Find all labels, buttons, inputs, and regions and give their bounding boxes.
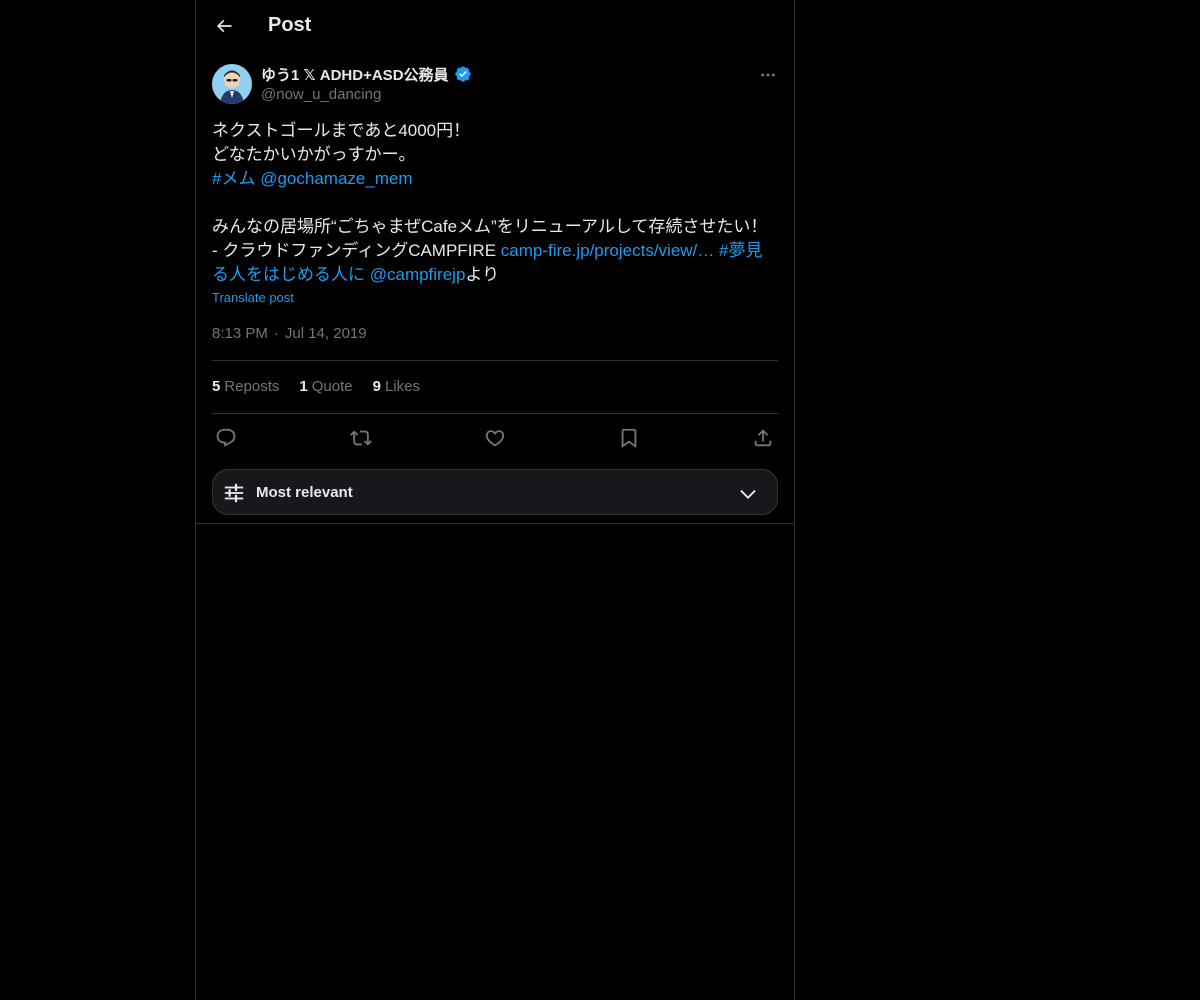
- repost-button[interactable]: [347, 424, 375, 452]
- verified-badge-icon: [454, 66, 471, 82]
- post-suffix: より: [465, 265, 500, 284]
- divider: [212, 413, 778, 414]
- post-line-1: ネクストゴールまであと4000円！: [212, 121, 471, 140]
- primary-column: Post ゆう1 𝕏 ADHD+ASD公務員 @now_u_dancing ネク…: [195, 0, 795, 1000]
- mention-link[interactable]: @gochamaze_mem: [260, 169, 412, 188]
- author-name[interactable]: ゆう1 𝕏 ADHD+ASD公務員: [261, 64, 449, 85]
- timestamp-separator: ·: [273, 325, 279, 342]
- post-line-5-prefix: - クラウドファンディングCAMPFIRE: [212, 241, 501, 260]
- more-options-button[interactable]: [754, 64, 782, 86]
- author-name-row[interactable]: ゆう1 𝕏 ADHD+ASD公務員: [261, 64, 472, 84]
- more-dots-icon: [761, 73, 775, 77]
- back-button[interactable]: [206, 8, 242, 44]
- reposts-count: 5: [212, 378, 221, 395]
- author-handle[interactable]: @now_u_dancing: [261, 86, 381, 103]
- bookmark-icon: [621, 428, 637, 449]
- post-line-5: - クラウドファンディングCAMPFIRE camp-fire.jp/proje…: [212, 241, 762, 284]
- reply-icon: [216, 428, 236, 447]
- repost-icon: [350, 430, 372, 446]
- reply-button[interactable]: [212, 424, 240, 452]
- page-title: Post: [268, 14, 312, 36]
- quotes-stat[interactable]: 1 Quote: [299, 378, 352, 398]
- share-button[interactable]: [749, 424, 777, 452]
- post-date[interactable]: Jul 14, 2019: [285, 325, 367, 342]
- page-header: Post: [196, 0, 794, 53]
- post-time[interactable]: 8:13 PM: [212, 325, 268, 342]
- likes-stat[interactable]: 9 Likes: [373, 378, 420, 398]
- mention-link[interactable]: @campfirejp: [370, 265, 466, 284]
- post-timestamp[interactable]: 8:13 PM · Jul 14, 2019: [212, 325, 367, 342]
- url-link[interactable]: camp-fire.jp/projects/view/…: [501, 241, 715, 260]
- translate-post-link[interactable]: Translate post: [212, 290, 294, 305]
- post-line-3: #メム @gochamaze_mem: [212, 167, 778, 191]
- reposts-label: Reposts: [224, 378, 280, 395]
- post-line-2: どなたかいかがっすかー。: [212, 145, 416, 164]
- post-line-4: みんなの居場所“ごちゃまぜCafeメム”をリニューアルして存続させたい！: [212, 217, 768, 236]
- likes-label: Likes: [384, 378, 420, 395]
- chevron-down-icon: [740, 489, 756, 499]
- sort-label: Most relevant: [256, 484, 353, 501]
- post-blank-line: [212, 191, 778, 215]
- reply-sort-dropdown[interactable]: Most relevant: [212, 469, 778, 515]
- quotes-count: 1: [299, 378, 308, 395]
- avatar-image: [212, 64, 252, 104]
- like-button[interactable]: [481, 424, 509, 452]
- post-actions: [212, 424, 778, 452]
- avatar[interactable]: [212, 64, 252, 104]
- share-icon: [754, 429, 772, 447]
- quotes-label: Quote: [311, 378, 353, 395]
- divider: [196, 523, 794, 524]
- post-text: ネクストゴールまであと4000円！ どなたかいかがっすかー。 #メム @goch…: [212, 119, 778, 287]
- post-stats: 5 Reposts 1 Quote 9 Likes: [212, 378, 420, 398]
- arrow-left-icon: [216, 19, 232, 33]
- heart-icon: [485, 430, 505, 447]
- bookmark-button[interactable]: [615, 424, 643, 452]
- hashtag-link[interactable]: #メム: [212, 169, 255, 188]
- sliders-icon: [224, 483, 244, 503]
- likes-count: 9: [372, 378, 381, 395]
- divider: [212, 360, 778, 361]
- reposts-stat[interactable]: 5 Reposts: [212, 378, 279, 398]
